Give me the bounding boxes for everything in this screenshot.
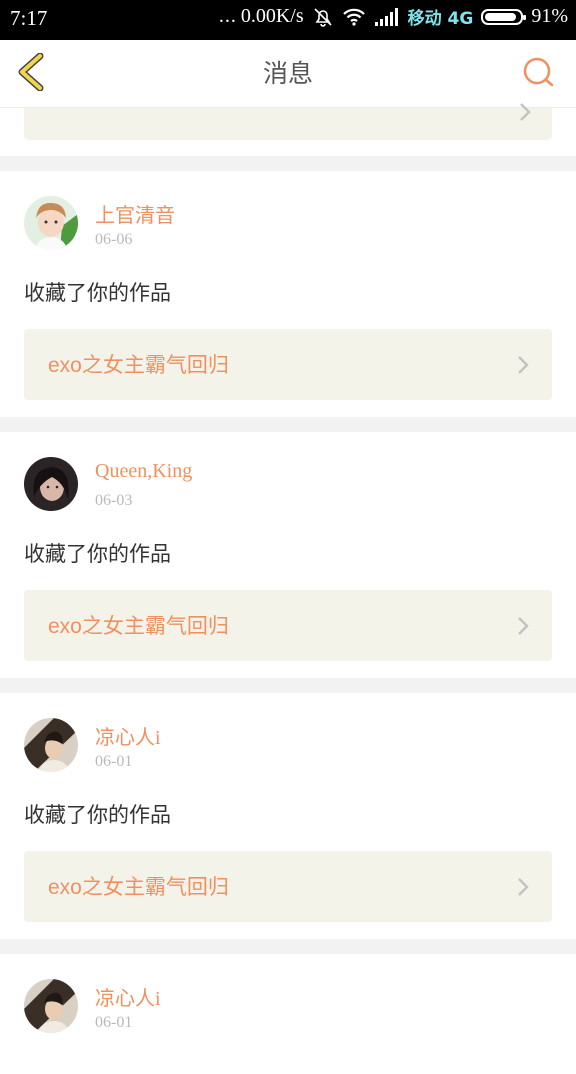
username[interactable]: 凉心人i xyxy=(95,721,161,750)
message-card: 上官清音 06-06 收藏了你的作品 exo之女主霸气回归 xyxy=(0,171,576,417)
username[interactable]: Queen,King xyxy=(95,460,192,483)
status-time: 7:17 xyxy=(10,6,48,30)
search-icon xyxy=(521,56,555,92)
message-action: 收藏了你的作品 xyxy=(24,281,171,305)
status-right: ... 0.00K/s 移动 4G 91% xyxy=(219,4,568,29)
chevron-right-icon xyxy=(516,877,530,897)
message-action: 收藏了你的作品 xyxy=(24,542,171,566)
work-link-box[interactable]: exo之女主霸气回归 xyxy=(24,329,552,400)
search-button[interactable] xyxy=(518,56,558,92)
message-card-partial xyxy=(0,103,576,156)
network-speed: 0.00K/s xyxy=(240,5,304,27)
chevron-right-icon xyxy=(518,102,532,122)
bell-off-icon xyxy=(312,6,334,28)
work-title: exo之女主霸气回归 xyxy=(48,876,229,899)
message-action: 收藏了你的作品 xyxy=(24,803,171,827)
work-title: exo之女主霸气回归 xyxy=(48,354,229,377)
battery-level: 91% xyxy=(531,5,568,27)
carrier-label: 移动 4G xyxy=(407,9,474,29)
message-date: 06-01 xyxy=(95,1014,133,1031)
message-list: 上官清音 06-06 收藏了你的作品 exo之女主霸气回归 Queen,King… xyxy=(0,103,576,1074)
chevron-right-icon xyxy=(516,355,530,375)
status-bar: 7:17 ... 0.00K/s 移动 4G 91% xyxy=(0,0,576,40)
chevron-right-icon xyxy=(516,616,530,636)
avatar[interactable] xyxy=(24,457,78,511)
message-date: 06-03 xyxy=(95,492,133,509)
username[interactable]: 上官清音 xyxy=(95,199,175,228)
work-title: exo之女主霸气回归 xyxy=(48,615,229,638)
message-date: 06-01 xyxy=(95,753,133,770)
message-card: Queen,King 06-03 收藏了你的作品 exo之女主霸气回归 xyxy=(0,432,576,678)
username[interactable]: 凉心人i xyxy=(95,982,161,1011)
status-dots: ... xyxy=(218,5,237,27)
message-card: 凉心人i 06-01 收藏了你的作品 exo之女主霸气回归 xyxy=(0,693,576,939)
message-date: 06-06 xyxy=(95,231,133,248)
avatar[interactable] xyxy=(24,196,78,250)
avatar[interactable] xyxy=(24,979,78,1033)
wifi-icon xyxy=(342,7,366,27)
signal-icon xyxy=(374,7,400,27)
app-header: 消息 xyxy=(0,40,576,108)
work-link-box[interactable] xyxy=(24,103,552,140)
battery-icon xyxy=(481,8,527,25)
work-link-box[interactable]: exo之女主霸气回归 xyxy=(24,851,552,922)
page-title: 消息 xyxy=(262,59,313,88)
message-card: 凉心人i 06-01 xyxy=(0,954,576,1074)
work-link-box[interactable]: exo之女主霸气回归 xyxy=(24,590,552,661)
avatar[interactable] xyxy=(24,718,78,772)
